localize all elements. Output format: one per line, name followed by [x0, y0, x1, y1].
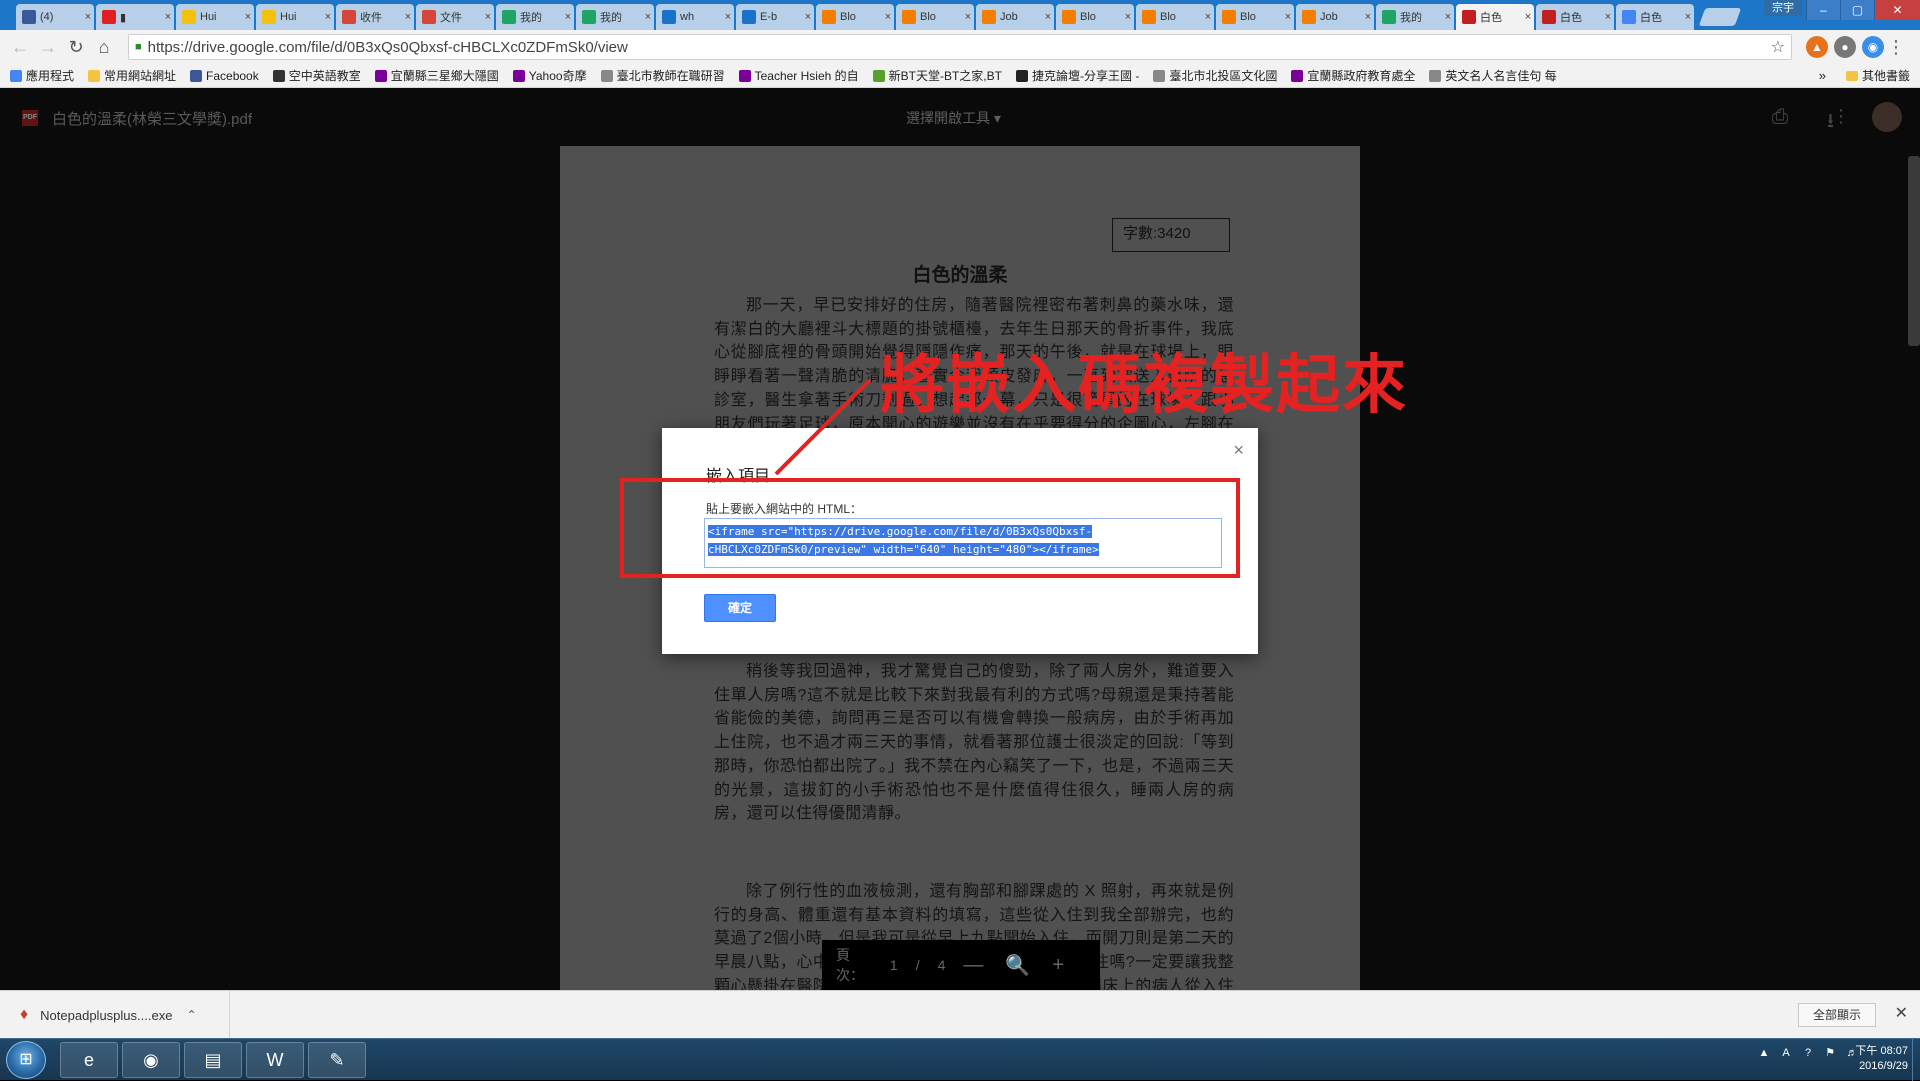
chrome-icon[interactable]: ◉ [122, 1042, 180, 1078]
annotation-callout-text: 將嵌入碼複製起來 [880, 349, 1408, 423]
windows-taskbar: ⊞ ▲ A ? ⚑ ♬ 下午 08:07 2016/9/29 e ◉ ▤ W ✎ [0, 1038, 1920, 1081]
ie-icon[interactable]: e [60, 1042, 118, 1078]
tray-help-icon[interactable]: ? [1800, 1045, 1816, 1061]
tray-input-icon[interactable]: A [1778, 1045, 1794, 1061]
show-desktop-button[interactable] [1912, 1039, 1920, 1081]
installer-icon: ♦ [20, 1006, 29, 1023]
tray-network-icon[interactable]: ▲ [1756, 1045, 1772, 1061]
close-shelf-icon[interactable]: ✕ [1895, 1003, 1908, 1023]
system-tray: ▲ A ? ⚑ ♬ [1756, 1045, 1860, 1061]
show-all-downloads-button[interactable]: 全部顯示 [1797, 1003, 1876, 1027]
chevron-up-icon[interactable]: ⌃ [186, 1008, 196, 1022]
system-clock[interactable]: 下午 08:07 2016/9/29 [1855, 1044, 1908, 1074]
download-item[interactable]: ♦ Notepadplusplus....exe ⌃ [0, 991, 230, 1039]
explorer-icon[interactable]: ▤ [184, 1042, 242, 1078]
download-filename: Notepadplusplus....exe [40, 1007, 173, 1023]
clock-time: 下午 08:07 [1855, 1045, 1908, 1057]
annotation-highlight-box [620, 478, 1240, 578]
download-shelf: ♦ Notepadplusplus....exe ⌃ 全部顯示 ✕ [0, 990, 1920, 1039]
word-icon[interactable]: W [246, 1042, 304, 1078]
clock-date: 2016/9/29 [1859, 1060, 1908, 1072]
tray-flag-icon[interactable]: ⚑ [1822, 1045, 1838, 1061]
start-button[interactable]: ⊞ [6, 1041, 46, 1079]
paint-icon[interactable]: ✎ [308, 1042, 366, 1078]
